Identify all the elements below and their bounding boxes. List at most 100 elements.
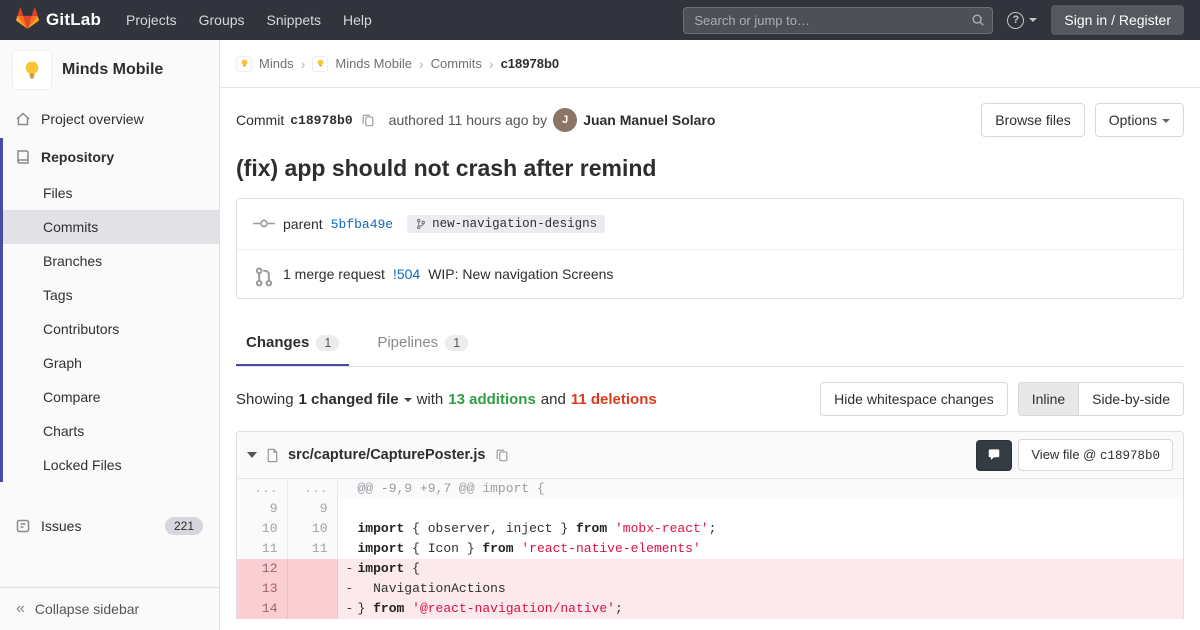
issues-count-badge: 221 [164,517,203,535]
home-icon [15,111,31,127]
toggle-comments-button[interactable] [976,439,1013,471]
copy-file-path-button[interactable] [493,448,511,462]
sidebar-item-graph[interactable]: Graph [3,346,219,380]
search-input[interactable] [684,12,993,28]
old-line-number[interactable]: 12 [237,559,288,579]
parent-sha-link[interactable]: 5bfba49e [331,217,393,232]
navbar-right: ? Sign in / Register [683,5,1184,35]
sidebar-item-repository[interactable]: Repository [3,138,219,176]
old-line-number[interactable]: 9 [237,499,288,519]
tab-changes[interactable]: Changes 1 [236,321,350,366]
diff-line: 13 - NavigationActions [237,579,1183,599]
parent-row: parent 5bfba49e new-navigation-designs [237,199,1183,249]
old-line-number[interactable]: 13 [237,579,288,599]
diff-stats-row: Showing 1 changed file with 13 additions… [236,382,1184,416]
options-label: Options [1108,112,1157,128]
new-line-number[interactable]: 11 [287,539,338,559]
nav-item-help[interactable]: Help [332,0,383,40]
tab-count-badge: 1 [445,334,469,351]
copy-sha-button[interactable] [359,113,377,127]
author-name[interactable]: Juan Manuel Solaro [583,112,715,128]
nav-item-groups[interactable]: Groups [188,0,256,40]
commit-label: Commit [236,112,285,128]
old-line-number[interactable]: 11 [237,539,288,559]
additions-count: 13 additions [448,390,536,408]
file-path[interactable]: src/capture/CapturePoster.js [288,447,485,463]
old-line-number[interactable]: ... [237,479,288,499]
side-by-side-view-button[interactable]: Side-by-side [1078,382,1184,416]
sidebar-project[interactable]: Minds Mobile [0,40,219,100]
diff-table: ...... @@ -9,9 +9,7 @@ import {9 9 10 10 impo… [237,479,1183,619]
breadcrumb-separator: › [418,55,424,72]
question-icon: ? [1007,11,1025,29]
sidebar-item-label: Issues [41,518,82,534]
sidebar-item-issues[interactable]: Issues 221 [0,506,219,546]
collapse-file-icon[interactable] [247,452,257,458]
new-line-number[interactable]: 10 [287,519,338,539]
gitlab-logo[interactable]: GitLab [16,7,101,33]
new-line-number[interactable] [287,579,338,599]
search-box[interactable] [683,6,994,34]
tab-pipelines[interactable]: Pipelines 1 [367,321,478,366]
sidebar-item-tags[interactable]: Tags [3,278,219,312]
tab-count-badge: 1 [316,334,340,351]
view-mode-toggle: Inline Side-by-side [1017,382,1184,416]
diff-line: 12 - import { [237,559,1183,579]
sidebar-item-branches[interactable]: Branches [3,244,219,278]
authored-text: authored 11 hours ago by [388,112,548,128]
new-line-number[interactable]: 9 [287,499,338,519]
mr-ref-link[interactable]: !504 [393,266,420,282]
mr-title: WIP: New navigation Screens [428,266,614,282]
sidebar-item-files[interactable]: Files [3,176,219,210]
nav-item-snippets[interactable]: Snippets [256,0,332,40]
sidebar-item-compare[interactable]: Compare [3,380,219,414]
new-line-number[interactable] [287,559,338,579]
help-dropdown[interactable]: ? [1007,11,1038,29]
mr-count-text: 1 merge request [283,266,385,282]
old-line-number[interactable]: 10 [237,519,288,539]
project-avatar [12,50,52,90]
sidebar-item-locked-files[interactable]: Locked Files [3,448,219,482]
project-avatar-icon [312,55,329,72]
options-button[interactable]: Options [1094,103,1184,137]
nav-item-projects[interactable]: Projects [115,0,188,40]
chevron-down-icon [1162,119,1170,124]
app: GitLab ProjectsGroupsSnippetsHelp ? Sign… [0,0,1200,630]
breadcrumb-link-commits[interactable]: Commits [431,56,482,71]
breadcrumb-link-minds-mobile[interactable]: Minds Mobile [335,56,412,71]
sign-in-button[interactable]: Sign in / Register [1051,5,1184,35]
branch-icon [417,218,426,230]
tanuki-icon [16,7,39,33]
code-line [337,499,1183,519]
brand-name: GitLab [46,10,102,29]
sidebar-item-commits[interactable]: Commits [3,210,219,244]
sidebar-item-project-overview[interactable]: Project overview [0,100,219,138]
search-icon [971,13,985,27]
showing-label: Showing [236,390,294,408]
sidebar-item-charts[interactable]: Charts [3,414,219,448]
double-chevron-left-icon: « [16,600,25,617]
breadcrumb-separator: › [300,55,306,72]
breadcrumb-link-minds[interactable]: Minds [259,56,294,71]
breadcrumb: Minds › Minds Mobile › Commits › c18978b0 [220,40,1200,88]
browse-files-button[interactable]: Browse files [981,103,1085,137]
changed-files-dropdown[interactable]: 1 changed file [299,391,412,408]
hide-whitespace-button[interactable]: Hide whitespace changes [820,382,1008,416]
chevron-down-icon [403,397,412,402]
sidebar-item-contributors[interactable]: Contributors [3,312,219,346]
repository-icon [15,149,31,165]
with-label: with [416,390,444,408]
branch-ref-pill[interactable]: new-navigation-designs [407,215,606,233]
new-line-number[interactable] [287,599,338,619]
old-line-number[interactable]: 14 [237,599,288,619]
chevron-down-icon [1029,18,1038,22]
collapse-sidebar-button[interactable]: « Collapse sidebar [0,587,219,630]
new-line-number[interactable]: ... [287,479,338,499]
commit-sha[interactable]: c18978b0 [290,113,352,128]
inline-view-button[interactable]: Inline [1017,382,1080,416]
view-file-button[interactable]: View file @ c18978b0 [1018,439,1173,471]
diff-view-controls: Hide whitespace changes Inline Side-by-s… [820,382,1184,416]
breadcrumb-current: c18978b0 [500,56,560,71]
merge-request-row: 1 merge request !504 WIP: New navigation… [237,249,1183,298]
author-avatar[interactable]: J [553,108,578,132]
